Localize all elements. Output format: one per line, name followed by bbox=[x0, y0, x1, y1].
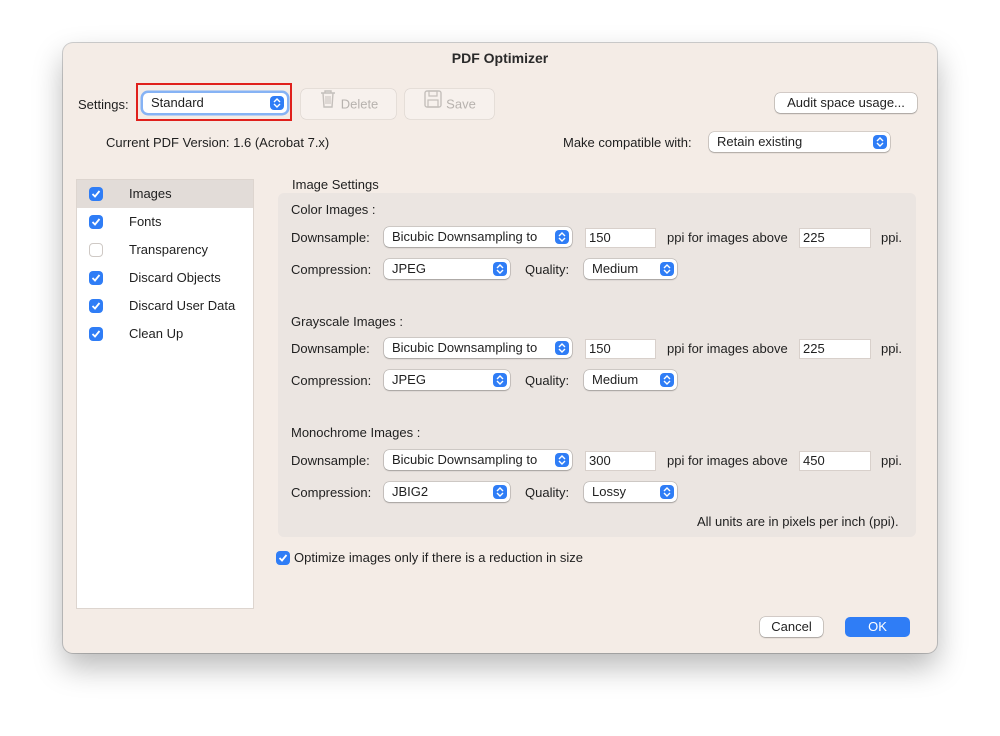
color-compression-label: Compression: bbox=[291, 262, 372, 277]
color-downsample-select[interactable]: Bicubic Downsampling to bbox=[384, 227, 572, 247]
audit-space-usage-button[interactable]: Audit space usage... bbox=[775, 93, 917, 113]
sidebar-item-clean-up[interactable]: Clean Up bbox=[77, 320, 253, 348]
color-compression-select[interactable]: JPEG bbox=[384, 259, 510, 279]
delete-button-label: Delete bbox=[340, 96, 379, 112]
clean-up-checkbox[interactable] bbox=[89, 327, 103, 341]
cancel-button[interactable]: Cancel bbox=[760, 617, 823, 637]
make-compatible-label: Make compatible with: bbox=[563, 135, 692, 150]
mono-quality-value: Lossy bbox=[592, 484, 626, 499]
mono-compression-select[interactable]: JBIG2 bbox=[384, 482, 510, 502]
sidebar-item-label: Images bbox=[129, 186, 172, 201]
mono-downsample-value: Bicubic Downsampling to bbox=[392, 452, 538, 467]
ok-button[interactable]: OK bbox=[845, 617, 910, 637]
color-quality-label: Quality: bbox=[525, 262, 570, 277]
floppy-disk-icon bbox=[423, 89, 443, 120]
discard-objects-checkbox[interactable] bbox=[89, 271, 103, 285]
color-downsample-label: Downsample: bbox=[291, 230, 370, 245]
chevron-updown-icon bbox=[493, 262, 507, 276]
monochrome-images-heading: Monochrome Images : bbox=[291, 425, 421, 440]
color-ppi-unit: ppi. bbox=[881, 230, 902, 245]
color-above-input[interactable]: 225 bbox=[799, 228, 871, 248]
trash-icon bbox=[319, 89, 337, 120]
color-ppi-input[interactable]: 150 bbox=[585, 228, 656, 248]
chevron-updown-icon bbox=[660, 485, 674, 499]
sidebar-item-label: Clean Up bbox=[129, 326, 184, 341]
color-quality-select[interactable]: Medium bbox=[584, 259, 677, 279]
sidebar-item-label: Transparency bbox=[129, 242, 208, 257]
save-button-label: Save bbox=[446, 96, 476, 112]
optimize-only-checkbox[interactable] bbox=[276, 551, 290, 565]
mono-quality-select[interactable]: Lossy bbox=[584, 482, 677, 502]
sidebar-item-transparency[interactable]: Transparency bbox=[77, 236, 253, 264]
chevron-updown-icon bbox=[493, 373, 507, 387]
sidebar-item-fonts[interactable]: Fonts bbox=[77, 208, 253, 236]
grayscale-compression-select[interactable]: JPEG bbox=[384, 370, 510, 390]
chevron-updown-icon bbox=[660, 373, 674, 387]
color-quality-value: Medium bbox=[592, 261, 639, 276]
sidebar-item-images[interactable]: Images bbox=[77, 180, 253, 208]
mono-downsample-label: Downsample: bbox=[291, 453, 370, 468]
image-settings-title: Image Settings bbox=[292, 177, 379, 192]
grayscale-downsample-label: Downsample: bbox=[291, 341, 370, 356]
color-ppi-above-label: ppi for images above bbox=[667, 230, 788, 245]
units-note: All units are in pixels per inch (ppi). bbox=[697, 514, 899, 529]
images-checkbox[interactable] bbox=[89, 187, 103, 201]
chevron-updown-icon bbox=[660, 262, 674, 276]
window-title: PDF Optimizer bbox=[451, 50, 549, 66]
chevron-updown-icon bbox=[873, 135, 887, 149]
sidebar-item-label: Discard User Data bbox=[129, 298, 236, 313]
transparency-checkbox[interactable] bbox=[89, 243, 103, 257]
grayscale-quality-select[interactable]: Medium bbox=[584, 370, 677, 390]
grayscale-compression-value: JPEG bbox=[392, 372, 426, 387]
chevron-updown-icon bbox=[555, 341, 569, 355]
mono-ppi-above-label: ppi for images above bbox=[667, 453, 788, 468]
settings-highlight-box bbox=[136, 83, 292, 121]
category-list: Images Fonts Transparency Discard Object… bbox=[76, 179, 254, 609]
current-pdf-version: Current PDF Version: 1.6 (Acrobat 7.x) bbox=[106, 135, 330, 150]
mono-compression-label: Compression: bbox=[291, 485, 372, 500]
chevron-updown-icon bbox=[555, 453, 569, 467]
mono-ppi-input[interactable]: 300 bbox=[585, 451, 656, 471]
grayscale-ppi-above-label: ppi for images above bbox=[667, 341, 788, 356]
color-downsample-value: Bicubic Downsampling to bbox=[392, 229, 538, 244]
optimize-only-label: Optimize images only if there is a reduc… bbox=[294, 550, 584, 565]
grayscale-images-heading: Grayscale Images : bbox=[291, 314, 403, 329]
mono-ppi-unit: ppi. bbox=[881, 453, 902, 468]
grayscale-ppi-unit: ppi. bbox=[881, 341, 902, 356]
color-compression-value: JPEG bbox=[392, 261, 426, 276]
make-compatible-value: Retain existing bbox=[717, 134, 803, 149]
grayscale-compression-label: Compression: bbox=[291, 373, 372, 388]
mono-compression-value: JBIG2 bbox=[392, 484, 429, 499]
mono-downsample-select[interactable]: Bicubic Downsampling to bbox=[384, 450, 572, 470]
save-button[interactable]: Save bbox=[405, 89, 494, 119]
fonts-checkbox[interactable] bbox=[89, 215, 103, 229]
make-compatible-select[interactable]: Retain existing bbox=[709, 132, 890, 152]
grayscale-downsample-select[interactable]: Bicubic Downsampling to bbox=[384, 338, 572, 358]
mono-above-input[interactable]: 450 bbox=[799, 451, 871, 471]
settings-label: Settings: bbox=[78, 97, 129, 112]
grayscale-ppi-input[interactable]: 150 bbox=[585, 339, 656, 359]
grayscale-quality-value: Medium bbox=[592, 372, 639, 387]
chevron-updown-icon bbox=[493, 485, 507, 499]
delete-button[interactable]: Delete bbox=[301, 89, 396, 119]
sidebar-item-discard-user-data[interactable]: Discard User Data bbox=[77, 292, 253, 320]
color-images-heading: Color Images : bbox=[291, 202, 376, 217]
grayscale-above-input[interactable]: 225 bbox=[799, 339, 871, 359]
pdf-optimizer-window: PDF Optimizer Settings: Standard Delete … bbox=[63, 43, 937, 653]
grayscale-downsample-value: Bicubic Downsampling to bbox=[392, 340, 538, 355]
sidebar-item-label: Discard Objects bbox=[129, 270, 221, 285]
sidebar-item-discard-objects[interactable]: Discard Objects bbox=[77, 264, 253, 292]
sidebar-item-label: Fonts bbox=[129, 214, 162, 229]
discard-user-data-checkbox[interactable] bbox=[89, 299, 103, 313]
mono-quality-label: Quality: bbox=[525, 485, 570, 500]
grayscale-quality-label: Quality: bbox=[525, 373, 570, 388]
chevron-updown-icon bbox=[555, 230, 569, 244]
